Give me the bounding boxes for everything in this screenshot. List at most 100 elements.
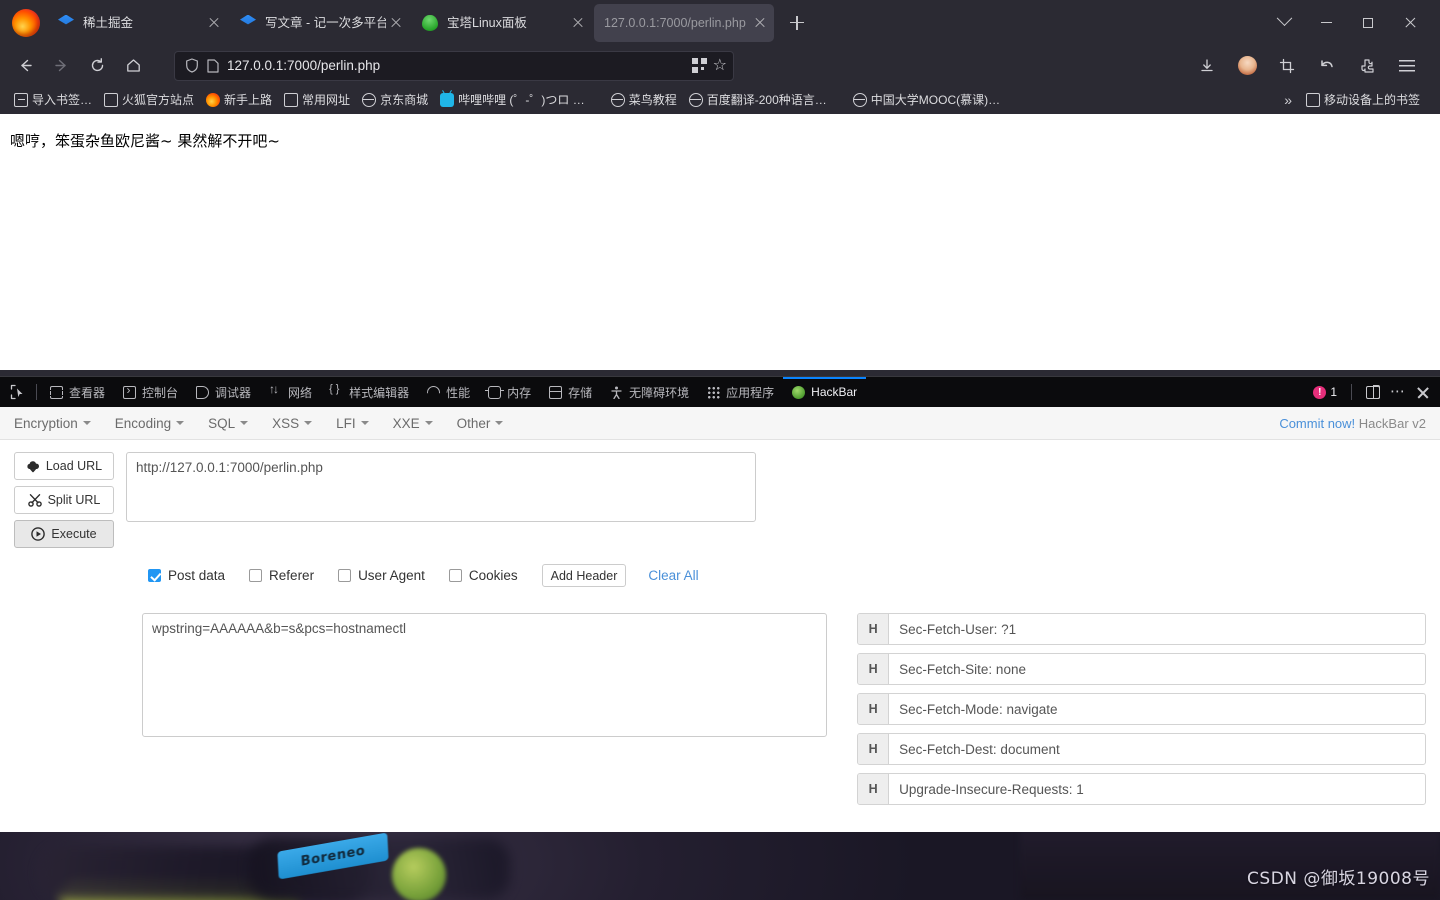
close-icon[interactable] [750, 13, 770, 33]
bookmark-item-2[interactable]: 新手上路 [200, 89, 278, 111]
hackbar-menu-lfi[interactable]: LFI [336, 416, 369, 431]
minimize-icon [1321, 22, 1332, 23]
minimize-button[interactable] [1306, 3, 1346, 43]
cloud-download-icon [26, 460, 40, 473]
header-tag-label: H [858, 774, 889, 804]
screenshot-button[interactable] [1270, 51, 1304, 81]
browser-tab-2[interactable]: 宝塔Linux面板 [412, 4, 592, 42]
close-icon[interactable] [204, 13, 224, 33]
bookmark-item-7[interactable]: 百度翻译-200种语言… [683, 89, 833, 111]
header-value[interactable]: Sec-Fetch-Site: none [889, 654, 1425, 684]
devtools-close-icon[interactable] [1416, 385, 1430, 399]
divider [1351, 384, 1352, 400]
bookmark-item-1[interactable]: 火狐官方站点 [98, 89, 200, 111]
forward-button[interactable] [44, 51, 78, 81]
hackbar-version-area: Commit now! HackBar v2 [1279, 416, 1426, 431]
devtools-tab-storage[interactable]: 存储 [540, 377, 601, 408]
header-row[interactable]: H Upgrade-Insecure-Requests: 1 [857, 773, 1426, 805]
load-url-button[interactable]: Load URL [14, 452, 114, 480]
avatar [1238, 56, 1257, 75]
downloads-button[interactable] [1190, 51, 1224, 81]
header-value[interactable]: Sec-Fetch-Dest: document [889, 734, 1425, 764]
devtools-tab-application[interactable]: 应用程序 [698, 377, 783, 408]
address-bar[interactable]: 127.0.0.1:7000/perlin.php ☆ [174, 51, 734, 81]
referer-checkbox[interactable]: Referer [249, 568, 314, 583]
execute-button[interactable]: Execute [14, 520, 114, 548]
close-icon[interactable] [568, 13, 588, 33]
storage-icon [549, 386, 562, 399]
header-value[interactable]: Sec-Fetch-User: ?1 [889, 614, 1425, 644]
hackbar-menu-encoding[interactable]: Encoding [115, 416, 184, 431]
shield-icon [185, 58, 199, 73]
error-count-badge[interactable]: ! 1 [1313, 385, 1337, 399]
browser-tab-0[interactable]: 稀土掘金 [48, 4, 228, 42]
tab-label: 存储 [568, 384, 592, 401]
accessibility-icon [610, 386, 623, 399]
new-tab-button[interactable] [784, 10, 810, 36]
devtools-tab-inspector[interactable]: 查看器 [41, 377, 114, 408]
devtools-tab-accessibility[interactable]: 无障碍环境 [601, 377, 698, 408]
tab-title: 宝塔Linux面板 [447, 4, 568, 42]
header-tag-label: H [858, 654, 889, 684]
devtools-more-icon[interactable]: ⋯ [1390, 387, 1406, 397]
account-avatar[interactable] [1230, 51, 1264, 81]
header-row[interactable]: H Sec-Fetch-User: ?1 [857, 613, 1426, 645]
header-list: H Sec-Fetch-User: ?1 H Sec-Fetch-Site: n… [857, 613, 1426, 805]
add-header-button[interactable]: Add Header [542, 564, 627, 587]
devtools-tab-console[interactable]: 控制台 [114, 377, 187, 408]
reload-button[interactable] [80, 51, 114, 81]
tab-label: 查看器 [69, 384, 105, 401]
browser-tab-3[interactable]: 127.0.0.1:7000/perlin.php [594, 4, 774, 42]
commit-now-link[interactable]: Commit now! [1279, 416, 1355, 431]
browser-tab-1[interactable]: 写文章 - 记一次多平台免杀 [230, 4, 410, 42]
header-value[interactable]: Sec-Fetch-Mode: navigate [889, 694, 1425, 724]
qr-code-icon[interactable] [692, 58, 707, 73]
hackbar-menu-other[interactable]: Other [457, 416, 504, 431]
url-input[interactable] [126, 452, 756, 522]
clear-all-link[interactable]: Clear All [648, 568, 698, 583]
inspector-icon [50, 386, 63, 399]
split-url-button[interactable]: Split URL [14, 486, 114, 514]
devtools-tab-hackbar[interactable]: HackBar [783, 377, 866, 408]
header-row[interactable]: H Sec-Fetch-Site: none [857, 653, 1426, 685]
user-agent-checkbox[interactable]: User Agent [338, 568, 425, 583]
element-picker-button[interactable] [4, 379, 32, 405]
header-row[interactable]: H Sec-Fetch-Dest: document [857, 733, 1426, 765]
maximize-button[interactable] [1348, 3, 1388, 43]
bookmark-item-0[interactable]: 导入书签… [8, 89, 98, 111]
devtools-tab-network[interactable]: 网络 [260, 377, 321, 408]
bookmark-item-8[interactable]: 中国大学MOOC(慕课)… [847, 89, 1006, 111]
hackbar-menu-encryption[interactable]: Encryption [14, 416, 91, 431]
hackbar-menu-sql[interactable]: SQL [208, 416, 248, 431]
back-button[interactable] [8, 51, 42, 81]
bookmark-item-5[interactable]: 哔哩哔哩 (゜-゜)つロ … [434, 89, 591, 111]
header-row[interactable]: H Sec-Fetch-Mode: navigate [857, 693, 1426, 725]
bookmark-item-6[interactable]: 菜鸟教程 [605, 89, 683, 111]
chevron-double-right-icon[interactable]: » [1284, 92, 1292, 108]
hackbar-menu-xxe[interactable]: XXE [393, 416, 433, 431]
bookmark-item-4[interactable]: 京东商城 [356, 89, 434, 111]
app-menu-button[interactable] [1390, 51, 1424, 81]
devtools-tab-performance[interactable]: 性能 [418, 377, 479, 408]
list-all-tabs-button[interactable] [1264, 3, 1304, 43]
post-data-checkbox[interactable]: Post data [148, 568, 225, 583]
bookmark-star-icon[interactable]: ☆ [713, 58, 727, 74]
post-data-input[interactable] [142, 613, 827, 737]
toolbar-actions [1190, 51, 1432, 81]
undo-close-tab-button[interactable] [1310, 51, 1344, 81]
devtools-tab-memory[interactable]: 内存 [479, 377, 540, 408]
cookies-checkbox[interactable]: Cookies [449, 568, 518, 583]
window-close-button[interactable] [1390, 3, 1430, 43]
tab-label: 网络 [288, 384, 312, 401]
dock-position-icon[interactable] [1366, 386, 1380, 399]
header-value[interactable]: Upgrade-Insecure-Requests: 1 [889, 774, 1425, 804]
home-button[interactable] [116, 51, 150, 81]
hackbar-menu-xss[interactable]: XSS [272, 416, 312, 431]
devtools-tab-style-editor[interactable]: 样式编辑器 [321, 377, 418, 408]
mobile-bookmarks-item[interactable]: 移动设备上的书签 [1300, 89, 1426, 111]
bookmark-item-3[interactable]: 常用网址 [278, 89, 356, 111]
extensions-button[interactable] [1350, 51, 1384, 81]
close-icon[interactable] [386, 13, 406, 33]
devtools-tab-debugger[interactable]: 调试器 [187, 377, 260, 408]
bookmark-label: 移动设备上的书签 [1324, 91, 1420, 108]
